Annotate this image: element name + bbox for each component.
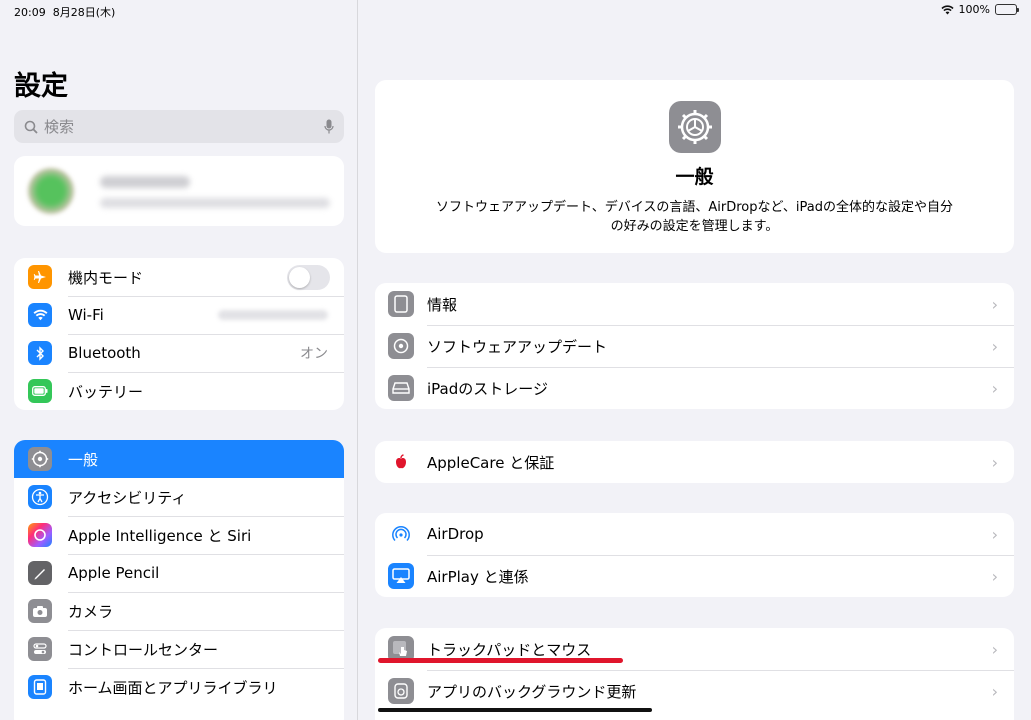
avatar [28, 168, 74, 214]
storage-icon [388, 375, 414, 401]
sidebar-item-apple-pencil[interactable]: Apple Pencil [14, 554, 344, 592]
row-trackpad-mouse[interactable]: トラックパッドとマウス › [375, 628, 1014, 670]
gear-icon [28, 447, 52, 471]
chevron-right-icon: › [991, 378, 998, 398]
apple-account-card[interactable] [14, 156, 344, 226]
account-name-redacted [100, 176, 190, 188]
wifi-network-redacted [218, 310, 328, 320]
sidebar-item-label: カメラ [68, 602, 114, 621]
accessibility-icon [28, 485, 52, 509]
row-background-app-refresh[interactable]: アプリのバックグラウンド更新 › [375, 670, 1014, 712]
sidebar-item-camera[interactable]: カメラ [14, 592, 344, 630]
row-airdrop[interactable]: AirDrop › [375, 513, 1014, 555]
airdrop-icon [388, 521, 414, 547]
sidebar-item-label: バッテリー [68, 382, 144, 401]
sidebar-item-label: アクセシビリティ [68, 488, 187, 507]
airplane-mode-toggle[interactable] [287, 264, 330, 290]
sidebar-item-apple-intelligence-siri[interactable]: Apple Intelligence と Siri [14, 516, 344, 554]
row-label: 情報 [427, 295, 458, 314]
search-icon [24, 120, 38, 134]
sidebar-item-control-center[interactable]: コントロールセンター [14, 630, 344, 668]
wifi-status-icon [940, 4, 954, 14]
battery-percent: 100% [958, 3, 990, 16]
row-airplay-continuity[interactable]: AirPlay と連係 › [375, 555, 1014, 597]
row-label: iPadのストレージ [427, 379, 548, 398]
row-label: AirPlay と連係 [427, 567, 529, 586]
chevron-right-icon: › [991, 681, 998, 701]
ipad-icon [388, 291, 414, 317]
sidebar-item-general[interactable]: 一般 [14, 440, 344, 478]
sidebar-item-wifi[interactable]: Wi-Fi [14, 296, 344, 334]
chevron-right-icon: › [991, 336, 998, 356]
sidebar-item-battery[interactable]: バッテリー [14, 372, 344, 410]
airdrop-group: AirDrop › AirPlay と連係 › [375, 513, 1014, 597]
battery-icon [28, 379, 52, 403]
sidebar-item-label: Apple Pencil [68, 564, 160, 582]
row-ipad-storage[interactable]: iPadのストレージ › [375, 367, 1014, 409]
chevron-right-icon: › [991, 639, 998, 659]
row-label: ソフトウェアアップデート [427, 337, 608, 356]
siri-icon [28, 523, 52, 547]
chevron-right-icon: › [991, 452, 998, 472]
row-label: AppleCare と保証 [427, 453, 555, 472]
wifi-icon [28, 303, 52, 327]
sidebar-item-label: Bluetooth [68, 344, 141, 362]
row-applecare[interactable]: AppleCare と保証 › [375, 441, 1014, 483]
sidebar-item-label: ホーム画面とアプリライブラリ [68, 678, 278, 697]
home-screen-icon [28, 675, 52, 699]
sidebar-item-airplane-mode[interactable]: 機内モード [14, 258, 344, 296]
row-label: アプリのバックグラウンド更新 [427, 682, 637, 701]
apple-icon [388, 449, 414, 475]
gear-icon [668, 101, 721, 153]
sidebar-item-label: Wi-Fi [68, 306, 104, 324]
row-label: トラックパッドとマウス [427, 640, 592, 659]
sidebar-item-label: 一般 [68, 450, 99, 469]
general-settings-group: 一般 アクセシビリティ Apple Intelligence と Siri Ap… [14, 440, 344, 720]
row-about[interactable]: 情報 › [375, 283, 1014, 325]
black-annotation-underline [378, 708, 652, 712]
background-refresh-icon [388, 678, 414, 704]
search-placeholder: 検索 [44, 118, 75, 136]
page-description: ソフトウェアアップデート、デバイスの言語、AirDropなど、iPadの全体的な… [436, 200, 953, 234]
sidebar-item-label: Apple Intelligence と Siri [68, 526, 252, 545]
sidebar: 設定 検索 機内モード Wi-Fi Bluetooth オン バッテリー 一般 … [0, 0, 358, 720]
trackpad-group: トラックパッドとマウス › アプリのバックグラウンド更新 › [375, 628, 1014, 720]
microphone-icon[interactable] [324, 119, 334, 135]
airplay-icon [388, 563, 414, 589]
general-header-card: 一般 ソフトウェアアップデート、デバイスの言語、AirDropなど、iPadの全… [375, 80, 1014, 253]
connectivity-group: 機内モード Wi-Fi Bluetooth オン バッテリー [14, 258, 344, 410]
search-input[interactable]: 検索 [14, 110, 344, 143]
chevron-right-icon: › [991, 566, 998, 586]
row-label: AirDrop [427, 525, 484, 543]
applecare-group: AppleCare と保証 › [375, 441, 1014, 483]
battery-status-icon [995, 4, 1019, 15]
about-group: 情報 › ソフトウェアアップデート › iPadのストレージ › [375, 283, 1014, 409]
sidebar-item-accessibility[interactable]: アクセシビリティ [14, 478, 344, 516]
sidebar-title: 設定 [14, 71, 68, 102]
sidebar-item-bluetooth[interactable]: Bluetooth オン [14, 334, 344, 372]
bluetooth-icon [28, 341, 52, 365]
camera-icon [28, 599, 52, 623]
software-update-icon [388, 333, 414, 359]
pencil-icon [28, 561, 52, 585]
status-right: 100% [940, 3, 1019, 16]
sidebar-item-label: コントロールセンター [68, 640, 219, 659]
account-subtitle-redacted [100, 198, 330, 208]
red-annotation-underline [378, 658, 623, 663]
row-software-update[interactable]: ソフトウェアアップデート › [375, 325, 1014, 367]
bluetooth-status: オン [300, 346, 328, 362]
chevron-right-icon: › [991, 294, 998, 314]
page-title: 一般 [675, 166, 714, 188]
sidebar-item-home-screen[interactable]: ホーム画面とアプリライブラリ [14, 668, 344, 706]
control-center-icon [28, 637, 52, 661]
airplane-icon [28, 265, 52, 289]
sidebar-item-label: 機内モード [68, 268, 144, 287]
chevron-right-icon: › [991, 524, 998, 544]
